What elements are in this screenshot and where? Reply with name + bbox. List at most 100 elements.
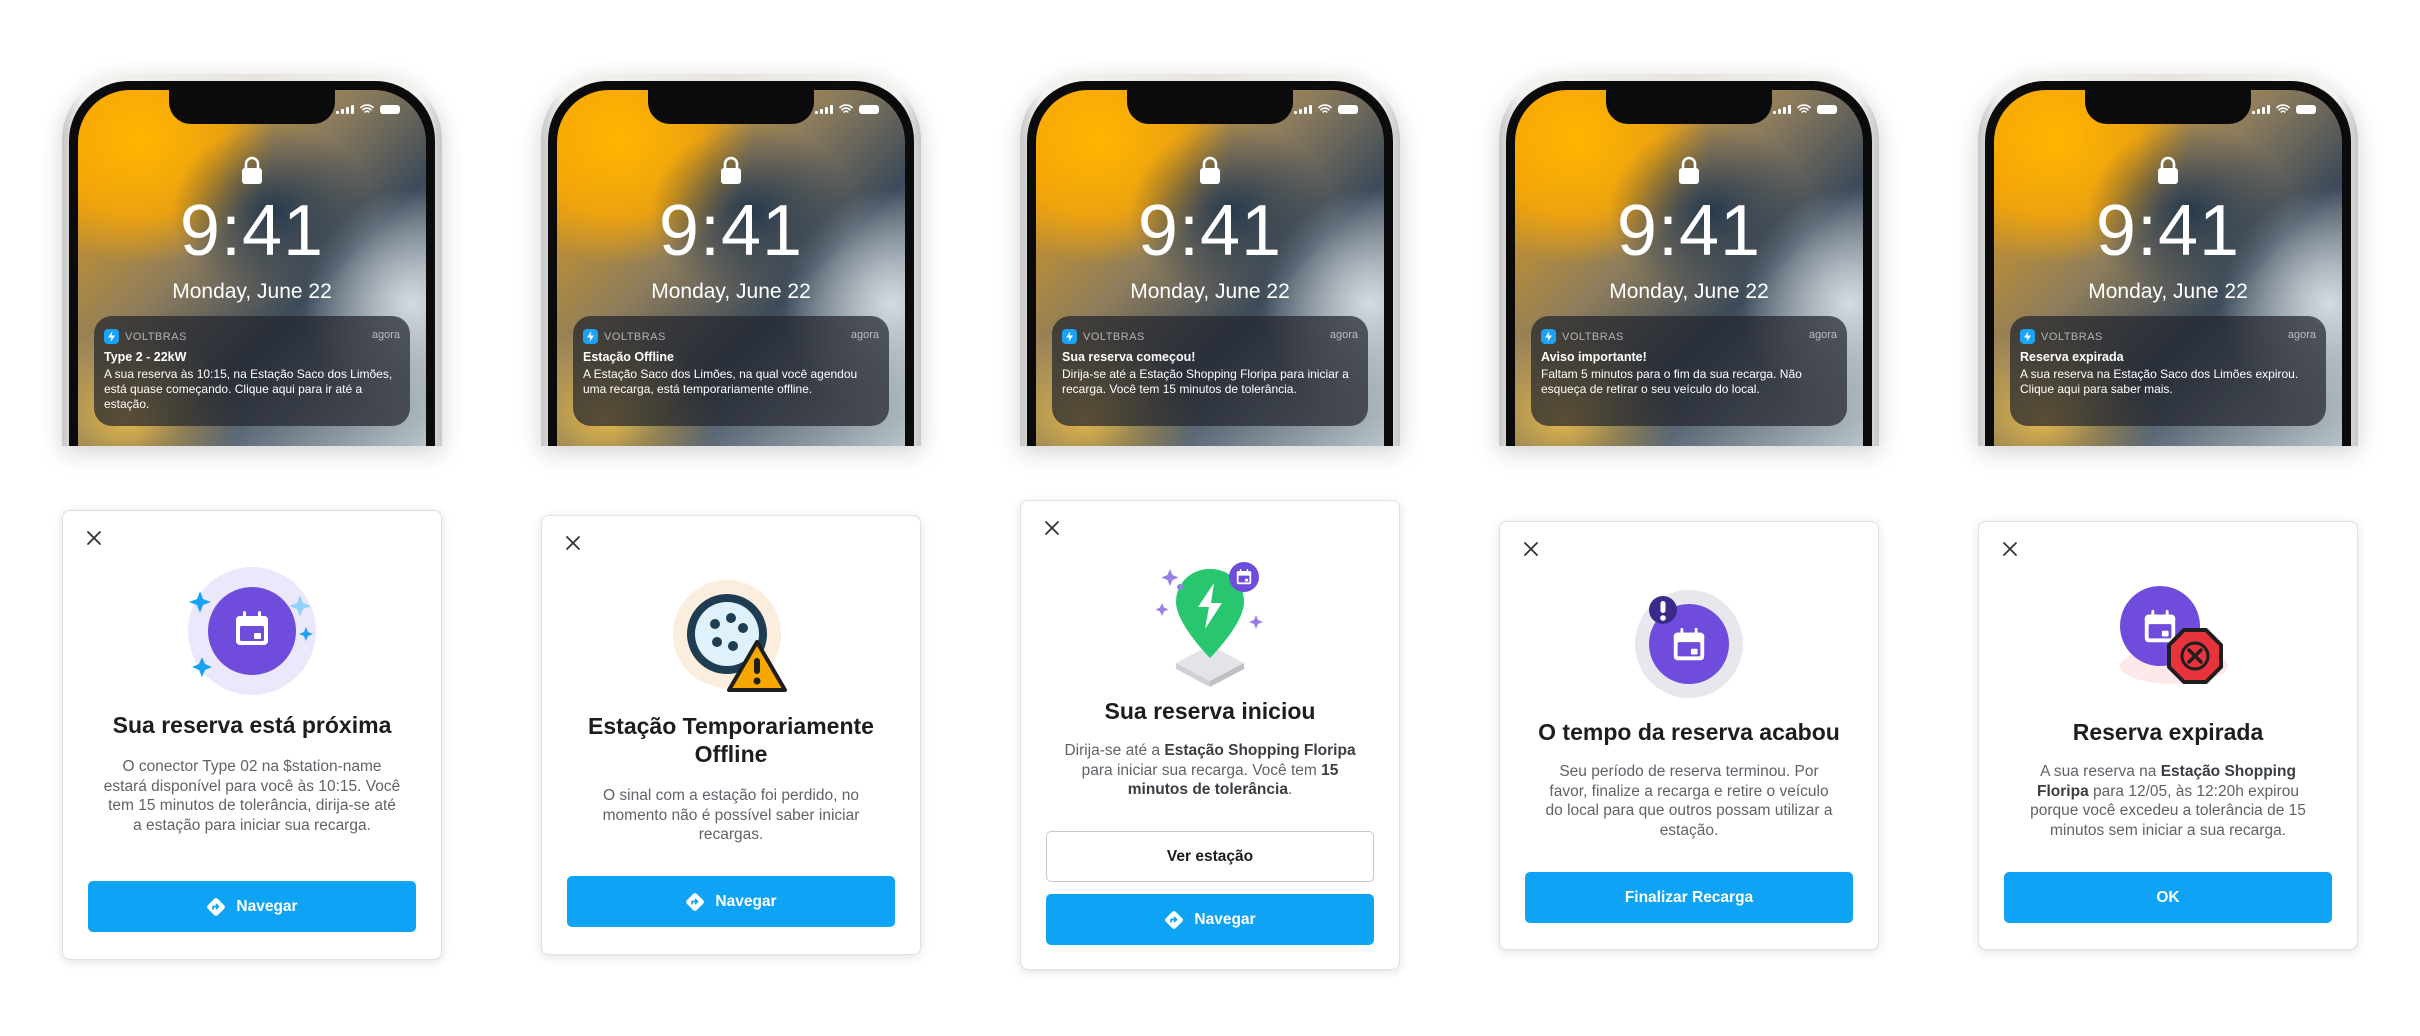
signal-icon: [815, 104, 833, 114]
lock-time: 9:41: [2095, 191, 2241, 271]
navigate-button[interactable]: Navegar: [88, 881, 416, 932]
lock-time: 9:41: [1616, 191, 1762, 271]
notification-body: A sua reserva na Estação Saco dos Limões…: [2020, 367, 2299, 396]
phone-mockup: 9:41 Monday, June 22 VOLTBRAS agora Rese…: [1978, 74, 2358, 446]
lock-icon: [1199, 156, 1221, 184]
notification-time: agora: [2287, 329, 2316, 341]
phone-notch: [1606, 90, 1772, 124]
lock-screen: 9:41 Monday, June 22 VOLTBRAS agora Esta…: [557, 90, 905, 446]
lock-date: Monday, June 22: [1609, 280, 1769, 303]
notification-app-name: VOLTBRAS: [1083, 330, 1145, 343]
card-title: Reserva expirada: [2072, 719, 2264, 745]
lock-time: 9:41: [658, 191, 804, 271]
notification-body: A Estação Saco dos Limões, na qual você …: [583, 367, 858, 396]
phone-mockup: 9:41 Monday, June 22 VOLTBRAS agora Esta…: [541, 74, 921, 446]
signal-icon: [1294, 104, 1312, 114]
signal-icon: [336, 104, 354, 114]
phone-notch: [2085, 90, 2251, 124]
navigate-button[interactable]: Navegar: [567, 876, 895, 927]
voltbras-app-icon: [583, 329, 598, 344]
close-icon[interactable]: [2001, 540, 2019, 558]
card-body: O sinal com a estação foi perdido, no mo…: [602, 787, 860, 843]
lock-screen: 9:41 Monday, June 22 VOLTBRAS agora Sua …: [1036, 90, 1384, 446]
navigate-button-label: Navegar: [236, 897, 298, 915]
wifi-icon: [839, 104, 853, 114]
wifi-icon: [360, 104, 374, 114]
lock-date: Monday, June 22: [1130, 280, 1290, 303]
notification-body: A sua reserva às 10:15, na Estação Saco …: [104, 367, 393, 411]
voltbras-app-icon: [104, 329, 119, 344]
navigate-icon: [685, 892, 705, 912]
battery-icon: [1817, 104, 1837, 114]
navigate-button-label: Navegar: [1194, 910, 1256, 928]
lock-date: Monday, June 22: [172, 280, 332, 303]
lock-icon: [2157, 156, 2179, 184]
signal-icon: [1773, 104, 1791, 114]
lock-screen: 9:41 Monday, June 22 VOLTBRAS agora Type…: [78, 90, 426, 446]
push-notification[interactable]: VOLTBRAS agora Type 2 - 22kW A sua reser…: [94, 316, 410, 426]
close-icon[interactable]: [1043, 519, 1061, 537]
notification-body: Faltam 5 minutos para o fim da sua recar…: [1541, 367, 1802, 396]
phone-mockup: 9:41 Monday, June 22 VOLTBRAS agora Avis…: [1499, 74, 1879, 446]
battery-icon: [859, 104, 879, 114]
ok-button-label: OK: [2156, 888, 2180, 906]
plug-warning-icon: [673, 580, 787, 692]
close-icon[interactable]: [85, 529, 103, 547]
ok-button[interactable]: OK: [2004, 872, 2332, 923]
voltbras-app-icon: [1062, 329, 1077, 344]
modal-card: Reserva expirada A sua reserva na Estaçã…: [1978, 521, 2358, 950]
close-icon[interactable]: [564, 534, 582, 552]
modal-card: Sua reserva iniciou Dirija-se até a Esta…: [1020, 500, 1400, 970]
calendar-alert-icon: [1635, 590, 1743, 698]
voltbras-app-icon: [1541, 329, 1556, 344]
finish-charge-button[interactable]: Finalizar Recarga: [1525, 872, 1853, 923]
charging-pin-icon: [1155, 562, 1263, 687]
notification-time: agora: [1808, 329, 1837, 341]
navigate-button[interactable]: Navegar: [1046, 894, 1374, 945]
push-notification[interactable]: VOLTBRAS agora Aviso importante! Faltam …: [1531, 316, 1847, 426]
finish-charge-button-label: Finalizar Recarga: [1624, 888, 1754, 906]
card-title: Sua reserva iniciou: [1104, 698, 1316, 724]
lock-icon: [720, 156, 742, 184]
notification-title: Reserva expirada: [2020, 350, 2124, 364]
lock-time: 9:41: [1137, 191, 1283, 271]
card-title: Sua reserva está próxima: [112, 712, 392, 738]
status-bar: [336, 104, 400, 114]
signal-icon: [2252, 104, 2270, 114]
view-station-button[interactable]: Ver estação: [1046, 831, 1374, 882]
status-bar: [2252, 104, 2316, 114]
wifi-icon: [1797, 104, 1811, 114]
battery-icon: [2296, 104, 2316, 114]
status-bar: [1294, 104, 1358, 114]
modal-card: Sua reserva está próxima O conector Type…: [62, 510, 442, 960]
calendar-sparkle-icon: [188, 567, 316, 695]
battery-icon: [380, 104, 400, 114]
notification-app-name: VOLTBRAS: [2041, 330, 2103, 343]
wifi-icon: [1318, 104, 1332, 114]
card-body: Seu período de reserva terminou. Por fav…: [1545, 763, 1833, 839]
notification-title: Aviso importante!: [1541, 350, 1647, 364]
phone-mockup: 9:41 Monday, June 22 VOLTBRAS agora Sua …: [1020, 74, 1400, 446]
voltbras-app-icon: [2020, 329, 2035, 344]
card-body: A sua reserva na Estação Shopping Florip…: [2030, 763, 2306, 839]
modal-card: Estação Temporariamente Offline O sinal …: [541, 515, 921, 955]
lock-screen: 9:41 Monday, June 22 VOLTBRAS agora Rese…: [1994, 90, 2342, 446]
notification-app-name: VOLTBRAS: [1562, 330, 1624, 343]
close-icon[interactable]: [1522, 540, 1540, 558]
phone-notch: [648, 90, 814, 124]
navigate-icon: [206, 897, 226, 917]
phone-notch: [1127, 90, 1293, 124]
navigate-button-label: Navegar: [715, 892, 777, 910]
notification-time: agora: [850, 329, 879, 341]
phone-mockup: 9:41 Monday, June 22 VOLTBRAS agora Type…: [62, 74, 442, 446]
lock-date: Monday, June 22: [651, 280, 811, 303]
notification-app-name: VOLTBRAS: [604, 330, 666, 343]
lock-time: 9:41: [179, 191, 325, 271]
notification-app-name: VOLTBRAS: [125, 330, 187, 343]
card-title: Estação Temporariamente Offline: [588, 713, 874, 767]
push-notification[interactable]: VOLTBRAS agora Reserva expirada A sua re…: [2010, 316, 2326, 426]
push-notification[interactable]: VOLTBRAS agora Sua reserva começou! Diri…: [1052, 316, 1368, 426]
push-notification[interactable]: VOLTBRAS agora Estação Offline A Estação…: [573, 316, 889, 426]
status-bar: [1773, 104, 1837, 114]
station-name: Estação Shopping Floripa: [1164, 742, 1356, 759]
